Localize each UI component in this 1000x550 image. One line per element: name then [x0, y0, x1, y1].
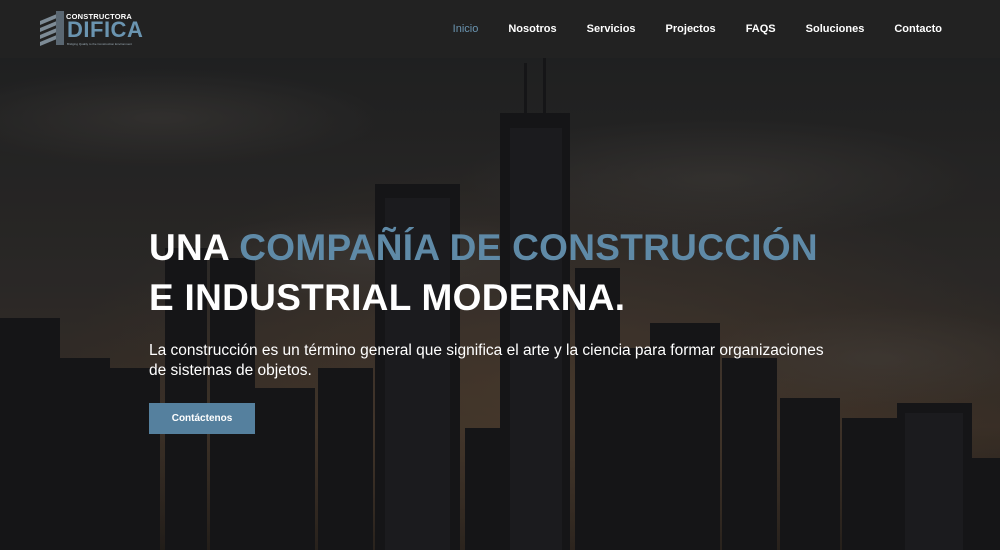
hero-headline: UNA COMPAÑÍA DE CONSTRUCCIÓN E INDUSTRIA…: [149, 223, 849, 323]
brand-logo[interactable]: CONSTRUCTORA DIFICA Bridging Quality to …: [38, 9, 143, 49]
contact-button[interactable]: Contáctenos: [149, 403, 255, 434]
hero-section: UNA COMPAÑÍA DE CONSTRUCCIÓN E INDUSTRIA…: [0, 58, 1000, 550]
headline-part-2: E INDUSTRIAL MODERNA.: [149, 277, 626, 318]
hero-lead-text: La construcción es un término general qu…: [149, 342, 824, 379]
site-header: CONSTRUCTORA DIFICA Bridging Quality to …: [0, 0, 1000, 58]
building-logo-icon: [40, 11, 64, 46]
nav-item-inicio[interactable]: Inicio: [453, 23, 479, 35]
brand-name: DIFICA: [67, 17, 144, 42]
page: CONSTRUCTORA DIFICA Bridging Quality to …: [0, 0, 1000, 550]
nav-item-soluciones[interactable]: Soluciones: [806, 23, 865, 35]
nav-item-faqs[interactable]: FAQS: [746, 23, 776, 35]
headline-part-1: UNA: [149, 227, 240, 268]
nav-item-servicios[interactable]: Servicios: [587, 23, 636, 35]
nav-item-contacto[interactable]: Contacto: [894, 23, 942, 35]
headline-accent: COMPAÑÍA DE CONSTRUCCIÓN: [239, 227, 818, 268]
brand-tagline: Bridging Quality to the Construction Env…: [67, 42, 132, 46]
main-nav: Inicio Nosotros Servicios Projectos FAQS…: [423, 0, 942, 58]
hero-content: UNA COMPAÑÍA DE CONSTRUCCIÓN E INDUSTRIA…: [149, 223, 849, 434]
nav-item-nosotros[interactable]: Nosotros: [508, 23, 556, 35]
nav-item-projectos[interactable]: Projectos: [666, 23, 716, 35]
